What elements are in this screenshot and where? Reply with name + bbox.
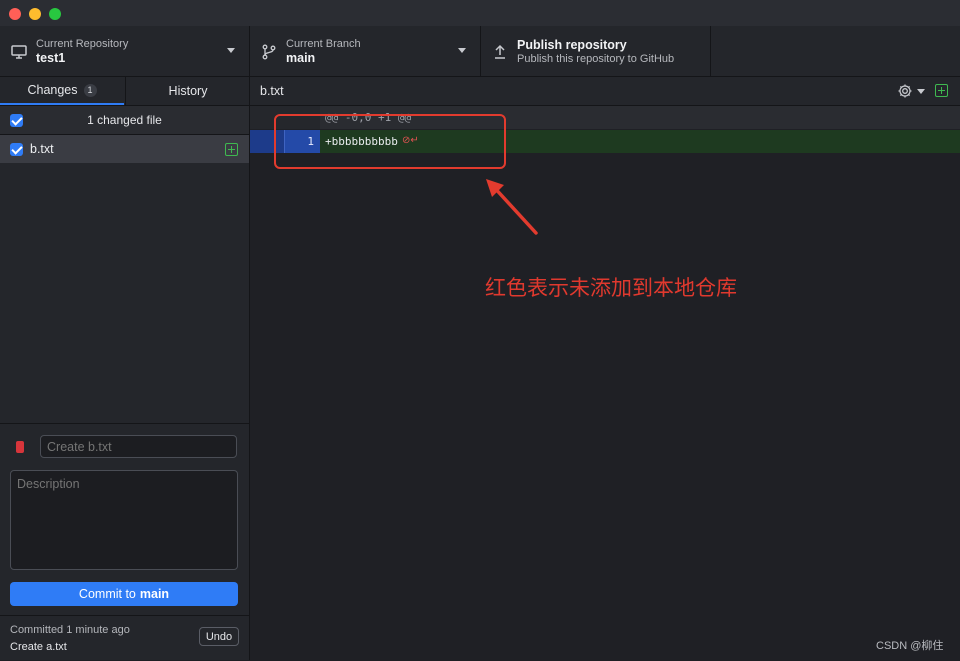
- changes-count-badge: 1: [83, 83, 97, 97]
- desktop-icon: [11, 45, 27, 59]
- close-window-button[interactable]: [9, 8, 21, 20]
- current-repository-button[interactable]: Current Repository test1: [0, 26, 250, 76]
- watermark: CSDN @柳住: [876, 640, 944, 652]
- file-added-icon: [225, 143, 238, 156]
- file-checkbox[interactable]: [10, 143, 23, 156]
- app-window: Current Repository test1 Current Branch …: [0, 0, 960, 660]
- branch-icon: [262, 44, 276, 60]
- annotation-highlight-box: [274, 114, 506, 169]
- repository-label: Current Repository: [36, 38, 129, 50]
- toolbar: Current Repository test1 Current Branch …: [0, 26, 960, 77]
- repository-name: test1: [36, 51, 66, 65]
- commit-button[interactable]: Commit to main: [10, 582, 238, 606]
- last-commit-footer: Committed 1 minute ago Create a.txt Undo: [0, 615, 249, 661]
- publish-repository-button[interactable]: Publish repository Publish this reposito…: [481, 26, 711, 76]
- tab-changes-label: Changes: [27, 83, 78, 97]
- branch-label: Current Branch: [286, 38, 361, 50]
- tab-history-label: History: [168, 84, 208, 98]
- title-bar: [0, 0, 960, 27]
- avatar: [16, 441, 24, 453]
- chevron-down-icon[interactable]: [917, 89, 925, 94]
- file-name: b.txt: [30, 142, 54, 156]
- branch-name: main: [286, 51, 316, 65]
- current-branch-button[interactable]: Current Branch main: [250, 26, 481, 76]
- last-commit-message: Create a.txt: [10, 641, 67, 653]
- upload-icon: [495, 44, 505, 59]
- chevron-down-icon: [227, 48, 235, 53]
- diff-header: b.txt: [250, 77, 960, 106]
- gear-icon[interactable]: [897, 83, 913, 99]
- zoom-window-button[interactable]: [49, 8, 61, 20]
- commit-panel: Commit to main: [0, 423, 249, 615]
- annotation-arrow-icon: [486, 179, 538, 235]
- undo-button[interactable]: Undo: [199, 627, 239, 646]
- annotation-text: 红色表示未添加到本地仓库: [485, 276, 737, 300]
- commit-button-branch: main: [139, 587, 170, 601]
- sidebar: Changes 1 History 1 changed file b.txt C…: [0, 77, 250, 660]
- changed-files-count: 1 changed file: [87, 113, 162, 127]
- publish-subtitle: Publish this repository to GitHub: [517, 53, 675, 65]
- chevron-down-icon: [458, 48, 466, 53]
- tab-history[interactable]: History: [125, 77, 250, 105]
- changes-header: 1 changed file: [0, 106, 249, 135]
- diff-file-name: b.txt: [260, 84, 284, 98]
- tab-changes[interactable]: Changes 1: [0, 77, 124, 105]
- expand-all-icon[interactable]: [935, 84, 948, 97]
- list-item[interactable]: b.txt: [0, 135, 249, 163]
- publish-title: Publish repository: [517, 38, 627, 52]
- sidebar-tabs: Changes 1 History: [0, 77, 249, 106]
- minimize-window-button[interactable]: [29, 8, 41, 20]
- commit-description-input[interactable]: [10, 470, 238, 570]
- commit-button-prefix: Commit to: [78, 587, 136, 601]
- last-commit-time: Committed 1 minute ago: [10, 624, 130, 636]
- commit-summary-input[interactable]: [40, 435, 237, 458]
